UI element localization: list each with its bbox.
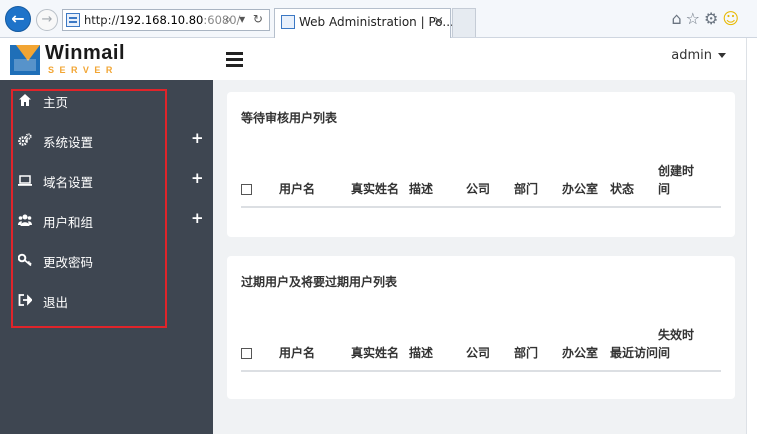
sidebar-item-label: 更改密码	[43, 255, 94, 270]
browser-toolbar: ← → http://192.168.10.80:6080/ ⌕ ▾ ↻ Web…	[0, 0, 757, 38]
browser-tab[interactable]: Web Administration | Po... ×	[274, 8, 454, 38]
back-arrow-icon[interactable]: ←	[5, 6, 31, 32]
hamburger-menu-icon[interactable]	[226, 52, 243, 67]
users-icon	[18, 214, 32, 226]
sign-out-icon	[18, 294, 32, 306]
table-header-row: 用户名 真实姓名 描述 公司 部门 办公室 状态 创建时间	[241, 162, 721, 208]
sidebar-item-logout[interactable]: 退出	[0, 280, 213, 320]
home-icon	[19, 94, 31, 106]
column-header[interactable]: 最近访问	[610, 326, 658, 372]
column-header[interactable]: 失效时间	[658, 326, 701, 372]
tab-page-icon	[281, 15, 295, 29]
user-menu[interactable]: admin	[671, 48, 726, 63]
address-tools-icon[interactable]: ⌕ ▾ ↻	[225, 12, 265, 27]
column-header[interactable]: 真实姓名	[351, 162, 409, 208]
star-icon[interactable]: ☆	[686, 9, 704, 28]
column-header[interactable]: 用户名	[279, 162, 351, 208]
sidebar-item-users-groups[interactable]: 用户和组 +	[0, 200, 213, 240]
select-all-checkbox-cell	[241, 162, 279, 208]
tab-title: Web Administration | Po...	[299, 15, 454, 29]
panel-title: 过期用户及将要过期用户列表	[241, 275, 398, 289]
column-header[interactable]: 描述	[409, 162, 466, 208]
key-icon	[18, 253, 32, 267]
home-icon[interactable]: ⌂	[671, 9, 685, 28]
column-header[interactable]: 部门	[514, 162, 562, 208]
expired-users-table: 用户名 真实姓名 描述 公司 部门 办公室 最近访问 失效时间	[241, 326, 721, 372]
column-header[interactable]: 真实姓名	[351, 326, 409, 372]
column-header[interactable]: 办公室	[562, 326, 610, 372]
column-header[interactable]: 办公室	[562, 162, 610, 208]
select-all-checkbox[interactable]	[241, 348, 252, 359]
column-header[interactable]: 状态	[610, 162, 658, 208]
expired-users-panel: 过期用户及将要过期用户列表 用户名 真实姓名 描述 公司 部门 办公室 最近访问…	[227, 256, 735, 399]
winmail-logo[interactable]: Winmail SERVER	[10, 41, 132, 77]
logo-mark-icon	[10, 45, 40, 75]
sidebar-item-label: 退出	[43, 295, 69, 310]
select-all-checkbox-cell	[241, 326, 279, 372]
address-url[interactable]: http://192.168.10.80:6080/	[84, 13, 240, 27]
sidebar: 主页 系统设置 + 域名设置 + 用户和组 + 更改密码 退出	[0, 80, 213, 434]
new-tab-button[interactable]	[452, 8, 476, 37]
pending-users-table: 用户名 真实姓名 描述 公司 部门 办公室 状态 创建时间	[241, 162, 721, 208]
close-tab-icon[interactable]: ×	[433, 14, 444, 29]
expand-plus-icon[interactable]: +	[191, 169, 204, 187]
expand-plus-icon[interactable]: +	[191, 209, 204, 227]
sidebar-item-label: 域名设置	[43, 175, 94, 190]
page-icon	[66, 13, 80, 27]
select-all-checkbox[interactable]	[241, 184, 252, 195]
sidebar-item-label: 用户和组	[43, 215, 94, 230]
expand-plus-icon[interactable]: +	[191, 129, 204, 147]
smiley-icon[interactable]: ☺	[722, 9, 743, 28]
column-header[interactable]: 部门	[514, 326, 562, 372]
sidebar-item-home[interactable]: 主页	[0, 80, 213, 120]
cogs-icon	[18, 133, 32, 146]
caret-down-icon	[718, 53, 726, 58]
address-bar[interactable]: http://192.168.10.80:6080/ ⌕ ▾ ↻	[62, 9, 270, 31]
laptop-icon	[18, 175, 32, 186]
sidebar-item-domain-settings[interactable]: 域名设置 +	[0, 160, 213, 200]
app-header: Winmail SERVER admin	[0, 38, 746, 80]
user-name: admin	[671, 48, 712, 63]
pending-users-panel: 等待审核用户列表 用户名 真实姓名 描述 公司 部门 办公室 状态 创建时间	[227, 92, 735, 237]
column-header[interactable]: 公司	[466, 162, 514, 208]
forward-arrow-icon[interactable]: →	[36, 9, 58, 31]
window-scroll-edge	[746, 38, 757, 434]
main-content: 等待审核用户列表 用户名 真实姓名 描述 公司 部门 办公室 状态 创建时间 过…	[213, 80, 746, 434]
panel-title: 等待审核用户列表	[241, 111, 338, 125]
browser-actions: ⌂☆⚙☺	[671, 9, 743, 28]
column-header[interactable]: 公司	[466, 326, 514, 372]
logo-title: Winmail	[45, 42, 125, 64]
settings-gear-icon[interactable]: ⚙	[704, 9, 722, 28]
column-header[interactable]: 创建时间	[658, 162, 701, 208]
sidebar-item-label: 主页	[43, 95, 69, 110]
column-header[interactable]: 用户名	[279, 326, 351, 372]
table-header-row: 用户名 真实姓名 描述 公司 部门 办公室 最近访问 失效时间	[241, 326, 721, 372]
sidebar-item-label: 系统设置	[43, 135, 94, 150]
sidebar-item-change-password[interactable]: 更改密码	[0, 240, 213, 280]
sidebar-item-system-settings[interactable]: 系统设置 +	[0, 120, 213, 160]
column-header[interactable]: 描述	[409, 326, 466, 372]
logo-subtitle: SERVER	[48, 65, 118, 75]
